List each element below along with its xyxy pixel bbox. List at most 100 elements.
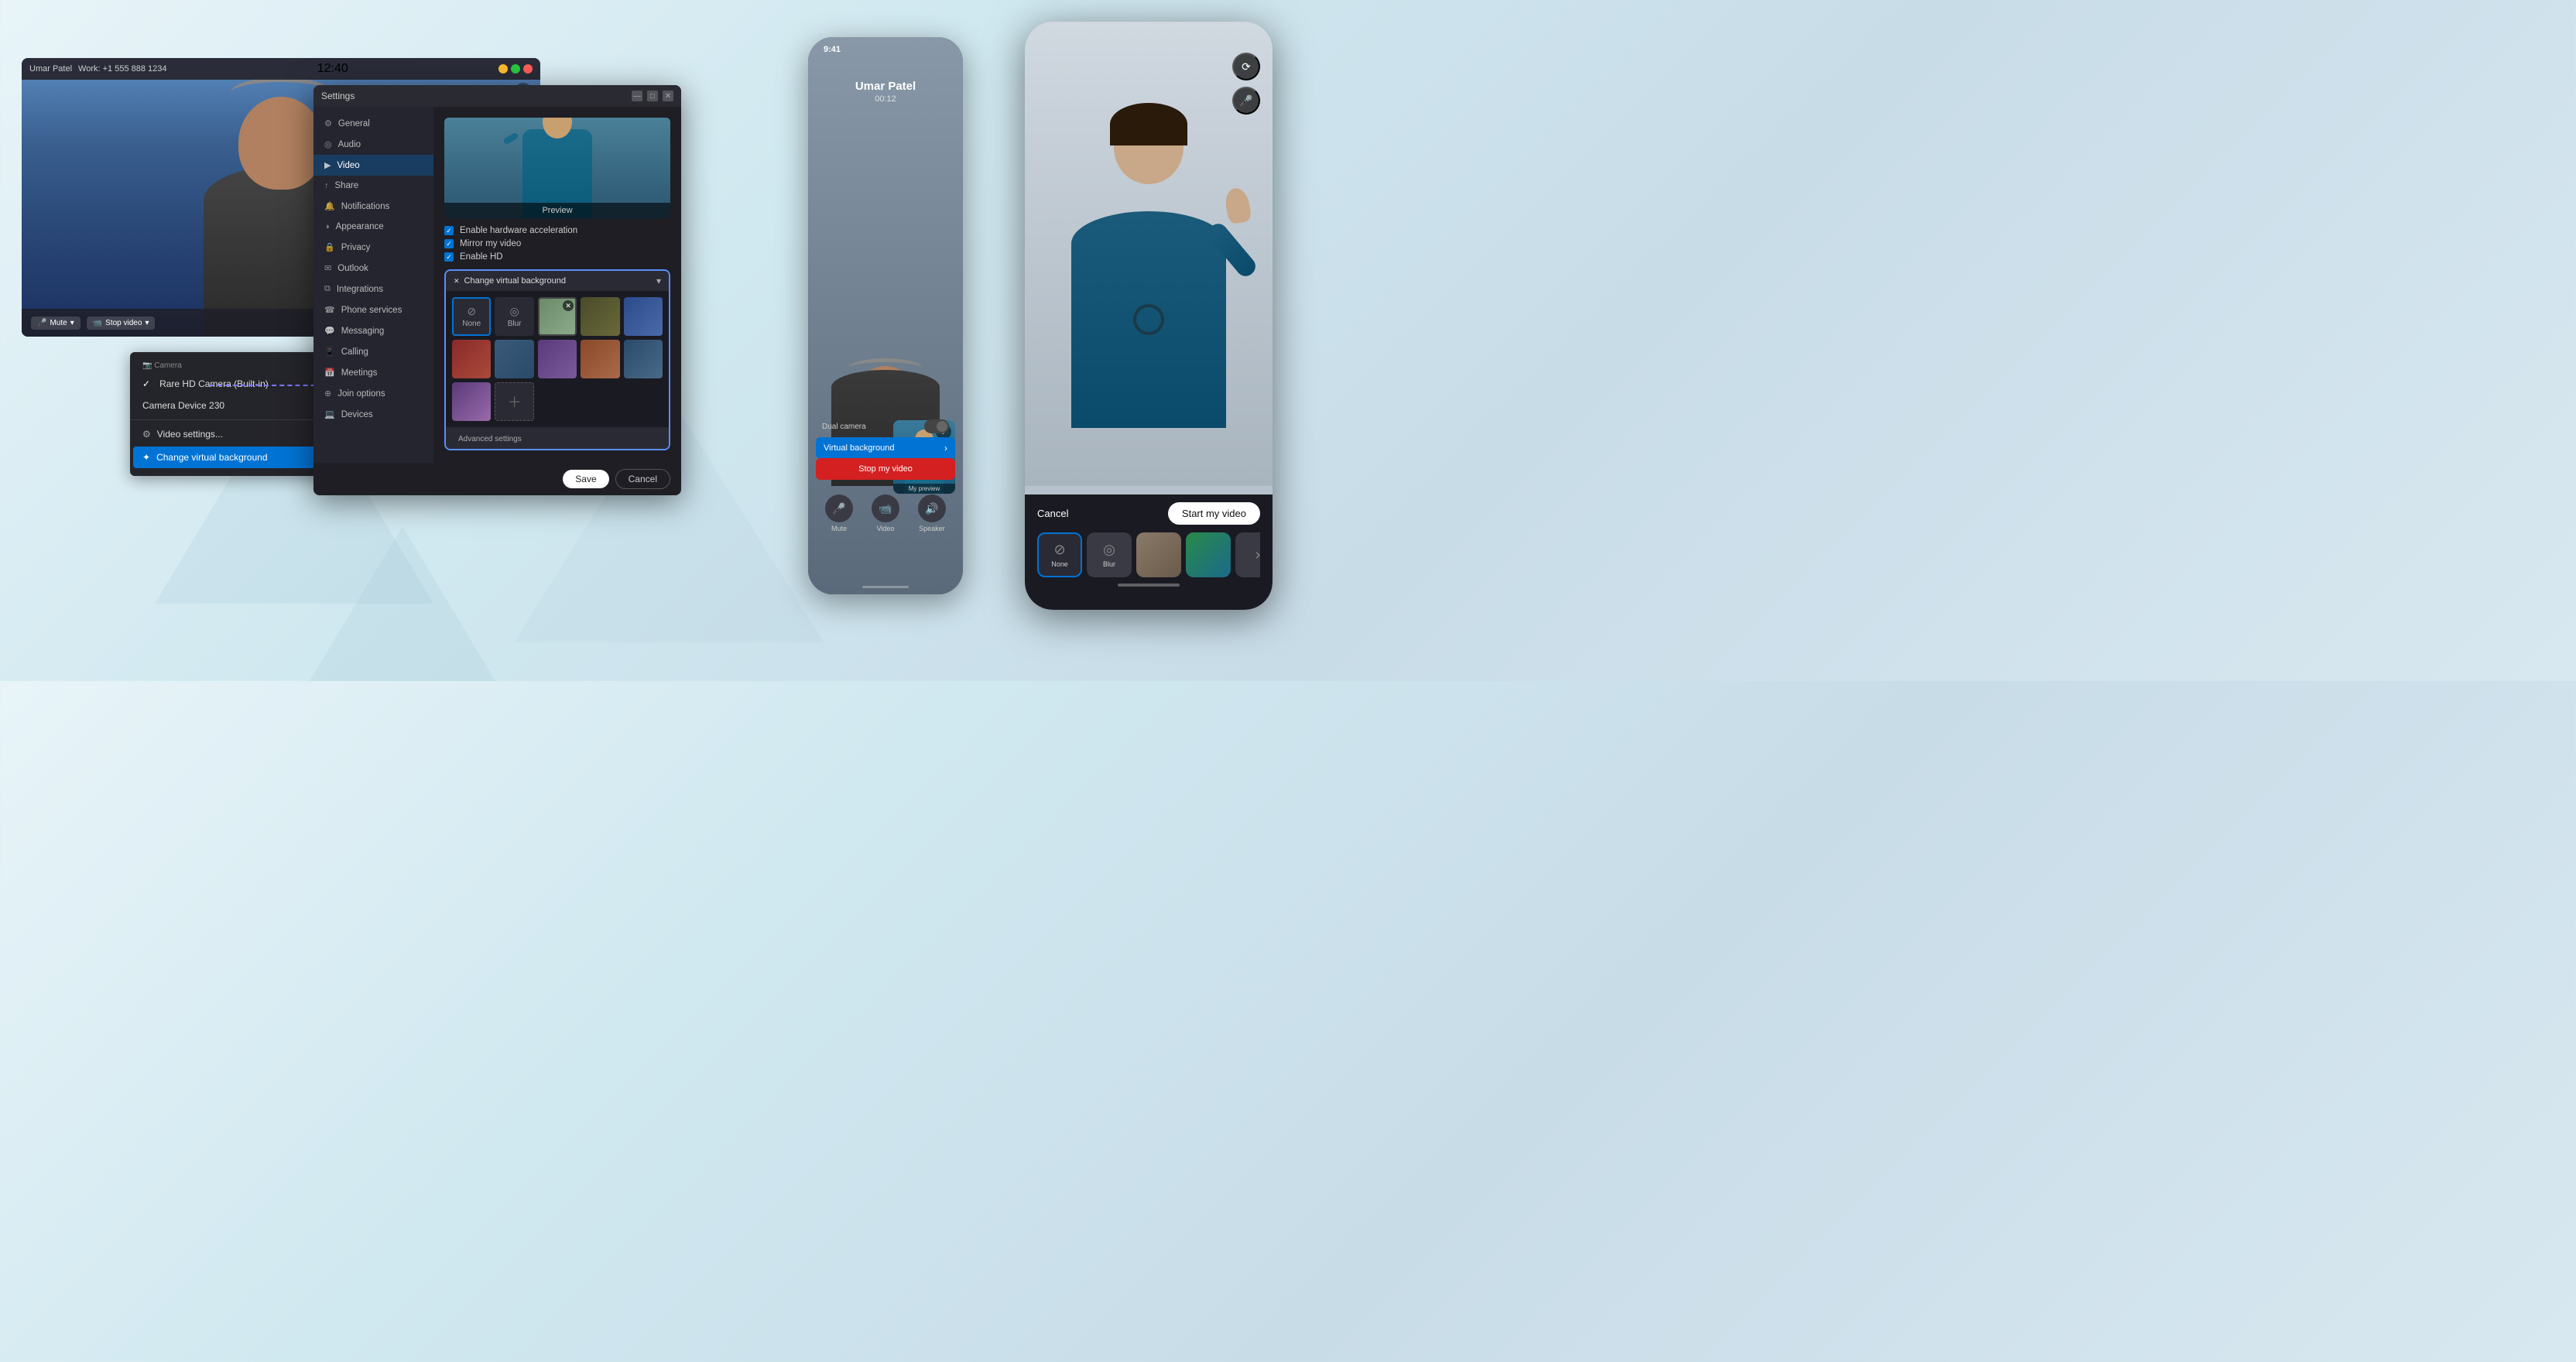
- nav-messaging[interactable]: 💬 Messaging: [313, 320, 433, 341]
- close-btn[interactable]: [523, 64, 533, 74]
- phone-virtual-bg-row[interactable]: Virtual background ›: [816, 437, 955, 459]
- nav-join-options[interactable]: ⊕ Join options: [313, 383, 433, 404]
- nav-meetings[interactable]: 📅 Meetings: [313, 362, 433, 383]
- phone-right-start-btn[interactable]: Start my video: [1168, 502, 1260, 525]
- phone-bg-more-option[interactable]: ›: [1235, 532, 1260, 577]
- nav-outlook[interactable]: ✉ Outlook: [313, 258, 433, 279]
- nav-general[interactable]: ⚙ General: [313, 113, 433, 134]
- settings-body: ⚙ General ◎ Audio ▶ Video ↑ Share 🔔 Noti…: [313, 107, 681, 463]
- dual-camera-label: Dual camera: [822, 423, 866, 431]
- mute-button[interactable]: 🎤 Mute ▾: [31, 317, 80, 330]
- minimize-btn[interactable]: [498, 64, 508, 74]
- phone-bg-office-option[interactable]: [1136, 532, 1181, 577]
- vbg-none-option[interactable]: ⊘ None: [452, 297, 491, 336]
- phone-stop-video-btn[interactable]: Stop my video: [816, 458, 955, 480]
- nav-notifications[interactable]: 🔔 Notifications: [313, 196, 433, 217]
- hw-accel-checkbox[interactable]: ✓: [444, 226, 454, 235]
- vbg-bg6-option[interactable]: [538, 340, 577, 378]
- nav-audio[interactable]: ◎ Audio: [313, 134, 433, 155]
- none-slash-icon: ⊘: [467, 305, 476, 318]
- vbg-options-grid: ⊘ None ◎ Blur ✕: [446, 291, 669, 427]
- hd-checkbox[interactable]: ✓: [444, 252, 454, 262]
- vbg-bg8-option[interactable]: [624, 340, 663, 378]
- vbg-panel-header[interactable]: ✕ Change virtual background ▾: [446, 271, 669, 291]
- vbg-footer: Advanced settings: [446, 427, 669, 449]
- vbg-bg1-option[interactable]: ✕: [538, 297, 577, 336]
- vbg-title: ✕ Change virtual background: [454, 276, 566, 286]
- vbg-close-icon: ✕: [454, 277, 460, 286]
- meetings-icon: 📅: [324, 368, 335, 378]
- mute-action-icon: 🎤: [825, 494, 853, 522]
- calling-icon: 📱: [324, 347, 335, 357]
- phone-right-camera-btn[interactable]: ⟳: [1232, 53, 1260, 80]
- vbg-bg2-option[interactable]: [581, 297, 619, 336]
- vbg-add-option[interactable]: ＋: [495, 382, 533, 421]
- nav-appearance[interactable]: ◑ Appearance: [313, 217, 433, 237]
- devices-icon: 💻: [324, 409, 335, 419]
- video-icon: 📹: [93, 319, 102, 327]
- nav-phone-services[interactable]: ☎ Phone services: [313, 299, 433, 320]
- vbg-collapse-icon[interactable]: ▾: [656, 275, 661, 286]
- general-icon: ⚙: [324, 118, 332, 128]
- phone-video-btn[interactable]: 📹 Video: [872, 494, 899, 532]
- settings-dialog: Settings — □ ✕ ⚙ General ◎ Audio ▶ Video…: [313, 85, 681, 495]
- vbg-blur-option[interactable]: ◎ Blur: [495, 297, 533, 336]
- virtual-background-panel: ✕ Change virtual background ▾ ⊘ None: [444, 269, 670, 450]
- cancel-button[interactable]: Cancel: [615, 469, 670, 489]
- phone-mute-btn[interactable]: 🎤 Mute: [825, 494, 853, 532]
- vbg-bg4-option[interactable]: [452, 340, 491, 378]
- vbg-bg3-option[interactable]: [624, 297, 663, 336]
- outlook-icon: ✉: [324, 263, 331, 273]
- phone-bg-beach-option[interactable]: [1186, 532, 1231, 577]
- privacy-icon: 🔒: [324, 242, 335, 252]
- phone-right-video: ⟳ 🎤 Cancel Start my video ⊘ None ◎ Blur: [1025, 22, 1273, 610]
- hd-option[interactable]: ✓ Enable HD: [444, 252, 670, 262]
- vbg-bg7-option[interactable]: [581, 340, 619, 378]
- nav-devices[interactable]: 💻 Devices: [313, 404, 433, 425]
- phone-right-top-controls: ⟳ 🎤: [1232, 53, 1260, 115]
- vbg-bg9-option[interactable]: [452, 382, 491, 421]
- advanced-settings-btn[interactable]: Advanced settings: [454, 433, 526, 445]
- app-titlebar: Umar Patel Work: +1 555 888 1234 12:40: [22, 58, 540, 80]
- settings-sidebar: ⚙ General ◎ Audio ▶ Video ↑ Share 🔔 Noti…: [313, 107, 433, 463]
- maximize-btn[interactable]: [511, 64, 520, 74]
- window-work-label: Work: +1 555 888 1234: [78, 64, 166, 74]
- mirror-option[interactable]: ✓ Mirror my video: [444, 239, 670, 248]
- speaker-action-label: Speaker: [919, 525, 945, 532]
- settings-title: Settings: [321, 91, 355, 101]
- blur-icon: ◎: [509, 305, 519, 318]
- nav-calling[interactable]: 📱 Calling: [313, 341, 433, 362]
- phone-vbg-label: Virtual background: [824, 443, 895, 453]
- video-action-label: Video: [877, 525, 895, 532]
- mute-action-label: Mute: [831, 525, 847, 532]
- speaker-action-icon: 🔊: [918, 494, 946, 522]
- appearance-icon: ◑: [324, 222, 330, 231]
- nav-privacy[interactable]: 🔒 Privacy: [313, 237, 433, 258]
- phone-right-home-indicator: [1118, 583, 1180, 587]
- vbg-bg5-option[interactable]: [495, 340, 533, 378]
- phone-right-mic-btn[interactable]: 🎤: [1232, 87, 1260, 115]
- phone-bg-none-option[interactable]: ⊘ None: [1037, 532, 1082, 577]
- phone-right-bottom-panel: Cancel Start my video ⊘ None ◎ Blur ›: [1025, 494, 1273, 610]
- hw-accel-option[interactable]: ✓ Enable hardware acceleration: [444, 226, 670, 235]
- save-button[interactable]: Save: [563, 470, 608, 488]
- dual-camera-toggle[interactable]: [924, 419, 949, 433]
- video-action-icon: 📹: [872, 494, 899, 522]
- settings-minimize-btn[interactable]: —: [632, 91, 642, 101]
- phone-bottom-actions: 🎤 Mute 📹 Video 🔊 Speaker: [808, 494, 963, 532]
- settings-maximize-btn[interactable]: □: [647, 91, 658, 101]
- nav-video[interactable]: ▶ Video: [313, 155, 433, 176]
- video-nav-icon: ▶: [324, 160, 331, 170]
- mirror-checkbox[interactable]: ✓: [444, 239, 454, 248]
- stop-video-button[interactable]: 📹 Stop video ▾: [87, 317, 156, 330]
- phone-right-cancel-btn[interactable]: Cancel: [1037, 508, 1068, 519]
- phone-bg-blur-option[interactable]: ◎ Blur: [1087, 532, 1132, 577]
- nav-share[interactable]: ↑ Share: [313, 176, 433, 196]
- nav-integrations[interactable]: ⧉ Integrations: [313, 279, 433, 299]
- phone-speaker-btn[interactable]: 🔊 Speaker: [918, 494, 946, 532]
- settings-close-btn[interactable]: ✕: [663, 91, 673, 101]
- titlebar-left: Umar Patel Work: +1 555 888 1234: [29, 64, 167, 74]
- phone-right-device: ⟳ 🎤 Cancel Start my video ⊘ None ◎ Blur: [1025, 22, 1273, 610]
- window-user-label: Umar Patel: [29, 64, 72, 74]
- phone-left-video: 9:41 Umar Patel 00:12 My preview ⟳ 🎤: [808, 37, 963, 594]
